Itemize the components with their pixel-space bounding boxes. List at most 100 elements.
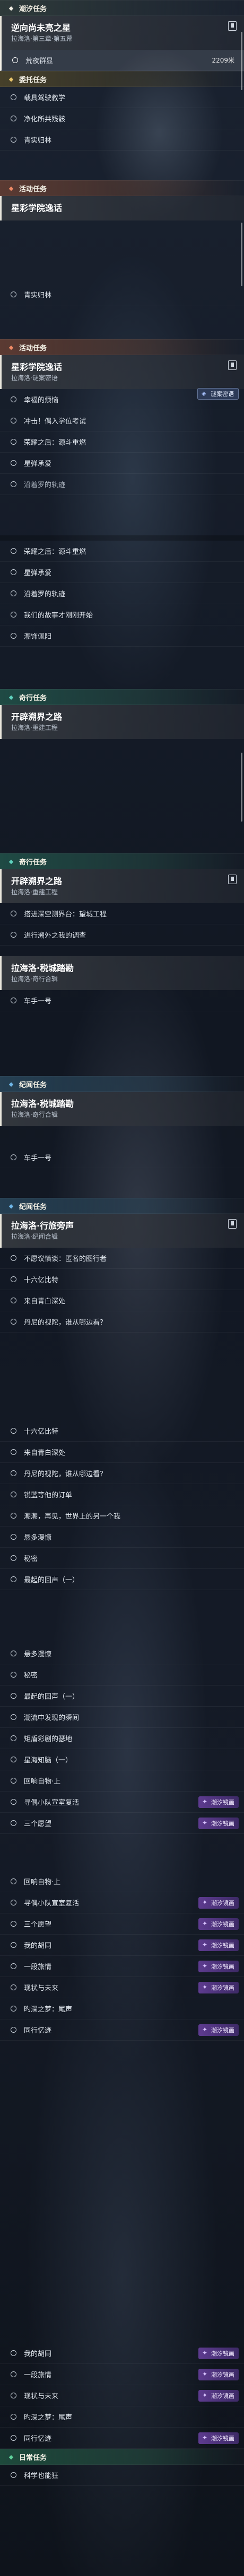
- quest-item[interactable]: 最起的回声（一）: [0, 1686, 244, 1707]
- section-header-daily[interactable]: ◆ 日常任务: [0, 2449, 244, 2465]
- quest-item[interactable]: 旳深之梦：尾声: [0, 1998, 244, 2019]
- quest-item[interactable]: 同行忆迹 潮汐镜画: [0, 2019, 244, 2041]
- step-radio-icon: [11, 1693, 16, 1699]
- section-header-bond[interactable]: ◆ 纪闻任务: [0, 1198, 244, 1214]
- quest-label: 我们的故事才刚刚开始: [24, 612, 93, 620]
- quest-item[interactable]: 三个愿望 潮汐镜画: [0, 1813, 244, 1834]
- quest-item[interactable]: 星弹承爱: [0, 562, 244, 583]
- quest-item[interactable]: 载具驾驶教学: [0, 87, 244, 108]
- section-title: 纪闻任务: [19, 1203, 47, 1211]
- section-header-bond[interactable]: ◆ 纪闻任务: [0, 1076, 244, 1092]
- quest-item[interactable]: 科学也能狂: [0, 2465, 244, 2486]
- quest-item[interactable]: 丹尼的视陀，谁从哪边看？: [0, 1311, 244, 1333]
- quest-item[interactable]: 秘密: [0, 1548, 244, 1569]
- track-pin-icon[interactable]: [228, 360, 237, 370]
- quest-label: 潮饰佩阳: [24, 633, 52, 641]
- quest-item[interactable]: 丹尼的视陀，谁从哪边看？: [0, 1463, 244, 1484]
- section-header-ongoing[interactable]: ◆ 潮汐任务: [0, 0, 244, 16]
- quest-item[interactable]: 回响自物·上: [0, 1871, 244, 1892]
- quest-item[interactable]: 来自青白深处: [0, 1290, 244, 1311]
- quest-item[interactable]: 青实归林: [0, 284, 244, 305]
- quest-label: 我的胡同: [24, 2350, 52, 2358]
- quest-item[interactable]: 冲击！偶入学位考试: [0, 410, 244, 431]
- quest-item[interactable]: 幸福的烦恼: [0, 389, 244, 410]
- track-pin-icon[interactable]: [228, 1219, 237, 1229]
- quest-item[interactable]: 回响自物·上: [0, 1770, 244, 1792]
- quest-item[interactable]: 潮潮，再见，世界上的另一个我: [0, 1505, 244, 1527]
- quest-item[interactable]: 荣耀之后：源斗重燃: [0, 541, 244, 562]
- quest-subtitle: 拉海洛·重建工程: [11, 888, 58, 896]
- tracked-quest[interactable]: 开辟溯界之路 拉海洛·重建工程: [0, 869, 244, 903]
- step-radio-icon: [11, 932, 16, 938]
- quest-item[interactable]: 悬多漫慷: [0, 1643, 244, 1664]
- step-radio-icon: [11, 1921, 16, 1927]
- quest-item[interactable]: 旳深之梦：尾声: [0, 2406, 244, 2428]
- tracked-quest[interactable]: 逆向尚未亮之星 拉海洛·第三章·第五幕: [0, 16, 244, 50]
- track-pin-icon[interactable]: [228, 875, 237, 884]
- quest-item[interactable]: 沿着罗的轨迹: [0, 474, 244, 495]
- tracked-quest[interactable]: 拉海洛·税城踏勘 拉海洛·奇行合辑: [0, 956, 244, 990]
- tracked-quest[interactable]: 拉海洛·税城踏勘 拉海洛·奇行合辑: [0, 1092, 244, 1126]
- tracked-quest[interactable]: 星彩学院逸话: [0, 196, 244, 220]
- quest-item[interactable]: 搭进深空测界台：望城工程: [0, 903, 244, 924]
- quest-item[interactable]: 三个愿望 潮汐镜画: [0, 1913, 244, 1935]
- section-header-errand[interactable]: ◆ 委托任务: [0, 71, 244, 87]
- quest-item[interactable]: 进行溯外之我的调查: [0, 924, 244, 946]
- scrollbar[interactable]: [241, 32, 242, 90]
- tracked-quest[interactable]: 星彩学院逸话 拉海洛·谜案密语: [0, 355, 244, 389]
- step-radio-icon: [12, 57, 18, 63]
- quest-item[interactable]: 最起的回声（一）: [0, 1569, 244, 1590]
- quest-item[interactable]: 潮流中发现的瞬间: [0, 1707, 244, 1728]
- quest-item[interactable]: 青实归林: [0, 129, 244, 151]
- quest-item[interactable]: 一段旅情 潮汐镜画: [0, 1956, 244, 1977]
- section-header-activity[interactable]: ◆ 活动任务: [0, 339, 244, 355]
- screen-3: ◆ 活动任务 星彩学院逸话 拉海洛·谜案密语 谜案密语 幸福的烦恼 冲击！偶入学…: [0, 339, 244, 535]
- quest-item[interactable]: 不愿议慎谈：匿名的图行者: [0, 1248, 244, 1269]
- section-header-story[interactable]: ◆ 奇行任务: [0, 689, 244, 705]
- quest-item[interactable]: 星弹承爱: [0, 453, 244, 474]
- quest-label: 我的胡同: [24, 1942, 52, 1950]
- quest-item[interactable]: 寻偶小队宣室复活 潮汐镜画: [0, 1892, 244, 1913]
- quest-item[interactable]: 十六亿比特: [0, 1421, 244, 1442]
- quest-item[interactable]: 同行忆迹 潮汐镜画: [0, 2428, 244, 2449]
- quest-label: 旳深之梦：尾声: [24, 2414, 73, 2422]
- quest-item[interactable]: 我的胡同 潮汐镜画: [0, 1935, 244, 1956]
- quest-item[interactable]: 荣耀之后：源斗重燃: [0, 431, 244, 453]
- screen-12: 我的胡同潮汐镜画 一段旅情潮汐镜画 现状与未来潮汐镜画 旳深之梦：尾声 同行忆迹…: [0, 2343, 244, 2565]
- quest-item[interactable]: 星海知脑（一）: [0, 1749, 244, 1770]
- quest-label: 车手一号: [24, 998, 52, 1005]
- quest-label: 车手一号: [24, 1154, 52, 1162]
- quest-item[interactable]: 我们的故事才刚刚开始: [0, 604, 244, 625]
- section-header-activity[interactable]: ◆ 活动任务: [0, 180, 244, 196]
- quest-item[interactable]: 车手一号: [0, 990, 244, 1011]
- quest-item[interactable]: 矩盾彩剧的瑟地: [0, 1728, 244, 1749]
- story-icon: ◆: [8, 858, 14, 865]
- quest-item[interactable]: 车手一号: [0, 1147, 244, 1168]
- quest-title: 开辟溯界之路: [11, 876, 63, 886]
- quest-item[interactable]: 潮饰佩阳: [0, 625, 244, 647]
- quest-label: 寻偶小队宣室复活: [24, 1900, 80, 1908]
- quest-item[interactable]: 十六亿比特: [0, 1269, 244, 1290]
- divider: [0, 535, 244, 541]
- quest-item[interactable]: 现状与未来 潮汐镜画: [0, 2385, 244, 2406]
- step-radio-icon: [11, 590, 16, 596]
- quest-item[interactable]: 净化所共残骸: [0, 108, 244, 129]
- track-pin-icon[interactable]: [228, 21, 237, 31]
- quest-step-selected[interactable]: 荒夜群显 2209米: [0, 50, 244, 71]
- event-badge: 潮汐镜画: [198, 2024, 239, 2036]
- tracked-quest[interactable]: 拉海洛·行旅旁声 拉海洛·纪闻合辑: [0, 1214, 244, 1248]
- quest-item[interactable]: 锐蓝等他的订单: [0, 1484, 244, 1505]
- quest-item[interactable]: 悬多漫慷: [0, 1527, 244, 1548]
- quest-label: 矩盾彩剧的瑟地: [24, 1735, 73, 1743]
- tracked-quest[interactable]: 开辟溯界之路 拉海洛·重建工程: [0, 705, 244, 739]
- quest-item[interactable]: 一段旅情 潮汐镜画: [0, 2364, 244, 2385]
- quest-item[interactable]: 秘密: [0, 1664, 244, 1686]
- quest-item[interactable]: 沿着罗的轨迹: [0, 583, 244, 604]
- quest-item[interactable]: 寻偶小队宣室复活 潮汐镜画: [0, 1792, 244, 1813]
- section-header-story[interactable]: ◆ 奇行任务: [0, 853, 244, 869]
- quest-item[interactable]: 现状与未来 潮汐镜画: [0, 1977, 244, 1998]
- quest-item[interactable]: 我的胡同 潮汐镜画: [0, 2343, 244, 2364]
- scrollbar[interactable]: [241, 223, 242, 286]
- scrollbar[interactable]: [241, 753, 242, 822]
- quest-item[interactable]: 来自青白深处: [0, 1442, 244, 1463]
